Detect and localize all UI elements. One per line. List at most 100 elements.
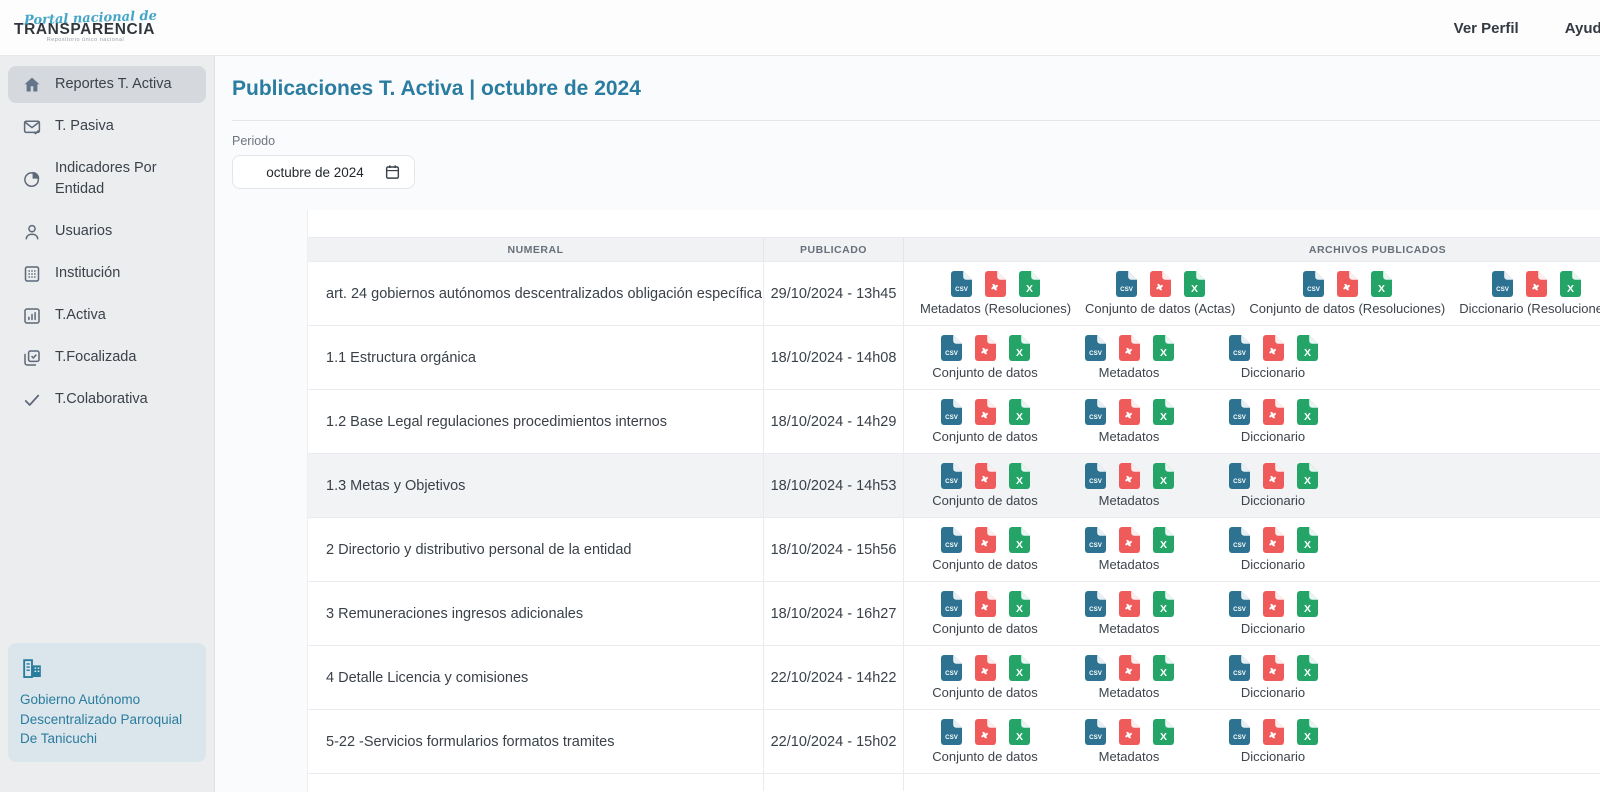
xls-file-icon[interactable]: X	[1153, 399, 1174, 425]
pdf-file-icon[interactable]	[1263, 399, 1284, 425]
pdf-file-icon[interactable]	[1263, 463, 1284, 489]
archivos-cell: CSVXConjunto de datosCSVXMetadatosCSVXDi…	[904, 646, 1600, 709]
file-group: CSVXMetadatos (Resoluciones)	[920, 271, 1071, 316]
xls-file-icon[interactable]: X	[1009, 335, 1030, 361]
pdf-file-icon[interactable]	[1119, 463, 1140, 489]
sidebar-nav: Reportes T. Activa T. Pasiva Indicadores P…	[8, 66, 206, 423]
xls-file-icon[interactable]: X	[1009, 527, 1030, 553]
xls-file-icon[interactable]: X	[1297, 399, 1318, 425]
xls-file-icon[interactable]: X	[1184, 271, 1205, 297]
xls-file-icon[interactable]: X	[1009, 463, 1030, 489]
sidebar-item-t-pasiva[interactable]: T. Pasiva	[8, 108, 206, 145]
sidebar-item-usuarios[interactable]: Usuarios	[8, 213, 206, 250]
csv-file-icon[interactable]: CSV	[941, 527, 962, 553]
csv-file-icon[interactable]: CSV	[941, 591, 962, 617]
csv-file-icon[interactable]: CSV	[1229, 335, 1250, 361]
xls-file-icon[interactable]: X	[1371, 271, 1392, 297]
csv-file-icon[interactable]: CSV	[1303, 271, 1324, 297]
pdf-file-icon[interactable]	[975, 591, 996, 617]
pdf-file-icon[interactable]	[1119, 655, 1140, 681]
file-icons: CSV X	[1085, 335, 1174, 361]
pdf-file-icon[interactable]	[985, 271, 1006, 297]
pdf-file-icon[interactable]	[975, 335, 996, 361]
pdf-file-icon[interactable]	[975, 463, 996, 489]
publicado-cell: 22/10/2024 - 14h22	[764, 646, 904, 709]
csv-file-icon[interactable]: CSV	[1229, 719, 1250, 745]
toplink-ver-perfil[interactable]: Ver Perfil	[1454, 20, 1519, 37]
xls-file-icon[interactable]: X	[1297, 527, 1318, 553]
pdf-file-icon[interactable]	[975, 719, 996, 745]
csv-file-icon[interactable]: CSV	[941, 399, 962, 425]
pdf-file-icon[interactable]	[975, 655, 996, 681]
xls-file-icon[interactable]: X	[1153, 655, 1174, 681]
csv-file-icon[interactable]: CSV	[1229, 399, 1250, 425]
period-input[interactable]: octubre de 2024	[232, 155, 415, 189]
xls-file-icon[interactable]: X	[1153, 591, 1174, 617]
svg-text:X: X	[1015, 667, 1022, 679]
csv-file-icon[interactable]: CSV	[1085, 527, 1106, 553]
csv-file-icon[interactable]: CSV	[1116, 271, 1137, 297]
sidebar-item-indicadores-por-entidad[interactable]: Indicadores Por Entidad	[8, 150, 206, 208]
file-group: CSVXDiccionario	[1208, 655, 1338, 700]
sidebar-item-label: T.Activa	[55, 305, 106, 326]
pdf-file-icon[interactable]	[1263, 335, 1284, 361]
csv-file-icon[interactable]: CSV	[951, 271, 972, 297]
pdf-file-icon[interactable]	[1119, 399, 1140, 425]
pdf-file-icon[interactable]	[1263, 719, 1284, 745]
pdf-file-icon[interactable]	[1119, 719, 1140, 745]
xls-file-icon[interactable]: X	[1153, 719, 1174, 745]
xls-file-icon[interactable]: X	[1297, 463, 1318, 489]
csv-file-icon[interactable]: CSV	[1085, 719, 1106, 745]
csv-file-icon[interactable]: CSV	[941, 655, 962, 681]
xls-file-icon[interactable]: X	[1019, 271, 1040, 297]
xls-file-icon[interactable]: X	[1297, 591, 1318, 617]
sidebar-item-t-activa[interactable]: T.Activa	[8, 297, 206, 334]
xls-file-icon[interactable]: X	[1009, 399, 1030, 425]
csv-file-icon[interactable]: CSV	[1085, 655, 1106, 681]
calendar-icon[interactable]	[384, 163, 401, 181]
pdf-file-icon[interactable]	[1119, 527, 1140, 553]
pdf-file-icon[interactable]	[1263, 591, 1284, 617]
sidebar-item-t-colaborativa[interactable]: T.Colaborativa	[8, 381, 206, 418]
csv-file-icon[interactable]: CSV	[1085, 591, 1106, 617]
sidebar-item-reportes-t-activa[interactable]: Reportes T. Activa	[8, 66, 206, 103]
pdf-file-icon[interactable]	[1337, 271, 1358, 297]
csv-file-icon[interactable]: CSV	[941, 463, 962, 489]
pdf-file-icon[interactable]	[1526, 271, 1547, 297]
csv-file-icon[interactable]: CSV	[1085, 463, 1106, 489]
xls-file-icon[interactable]: X	[1297, 655, 1318, 681]
toplink-ayuda[interactable]: Ayuda	[1565, 20, 1600, 37]
csv-file-icon[interactable]: CSV	[1229, 527, 1250, 553]
svg-text:X: X	[1378, 283, 1385, 295]
csv-file-icon[interactable]: CSV	[1085, 335, 1106, 361]
csv-file-icon[interactable]: CSV	[941, 335, 962, 361]
xls-file-icon[interactable]: X	[1297, 719, 1318, 745]
csv-file-icon[interactable]: CSV	[941, 719, 962, 745]
pdf-file-icon[interactable]	[1263, 655, 1284, 681]
entity-name: Gobierno Autónomo Descentralizado Parroq…	[20, 690, 194, 749]
pdf-file-icon[interactable]	[1263, 527, 1284, 553]
pdf-file-icon[interactable]	[975, 527, 996, 553]
xls-file-icon[interactable]: X	[1297, 335, 1318, 361]
xls-file-icon[interactable]: X	[1009, 655, 1030, 681]
pdf-file-icon[interactable]	[1119, 591, 1140, 617]
sidebar-item-instituci-n[interactable]: Institución	[8, 255, 206, 292]
xls-file-icon[interactable]: X	[1009, 591, 1030, 617]
sidebar-item-t-focalizada[interactable]: T.Focalizada	[8, 339, 206, 376]
xls-file-icon[interactable]: X	[1153, 463, 1174, 489]
xls-file-icon[interactable]: X	[1009, 719, 1030, 745]
csv-file-icon[interactable]: CSV	[1229, 655, 1250, 681]
pdf-file-icon[interactable]	[1150, 271, 1171, 297]
csv-file-icon[interactable]: CSV	[1085, 399, 1106, 425]
xls-file-icon[interactable]: X	[1153, 527, 1174, 553]
csv-file-icon[interactable]: CSV	[1492, 271, 1513, 297]
numeral-cell: art. 24 gobiernos autónomos descentraliz…	[308, 262, 764, 325]
sidebar: Reportes T. Activa T. Pasiva Indicadores P…	[0, 56, 215, 792]
xls-file-icon[interactable]: X	[1153, 335, 1174, 361]
csv-file-icon[interactable]: CSV	[1229, 591, 1250, 617]
xls-file-icon[interactable]: X	[1560, 271, 1581, 297]
column-header-archivos-publicados: ARCHIVOS PUBLICADOS	[904, 238, 1600, 261]
pdf-file-icon[interactable]	[1119, 335, 1140, 361]
pdf-file-icon[interactable]	[975, 399, 996, 425]
csv-file-icon[interactable]: CSV	[1229, 463, 1250, 489]
